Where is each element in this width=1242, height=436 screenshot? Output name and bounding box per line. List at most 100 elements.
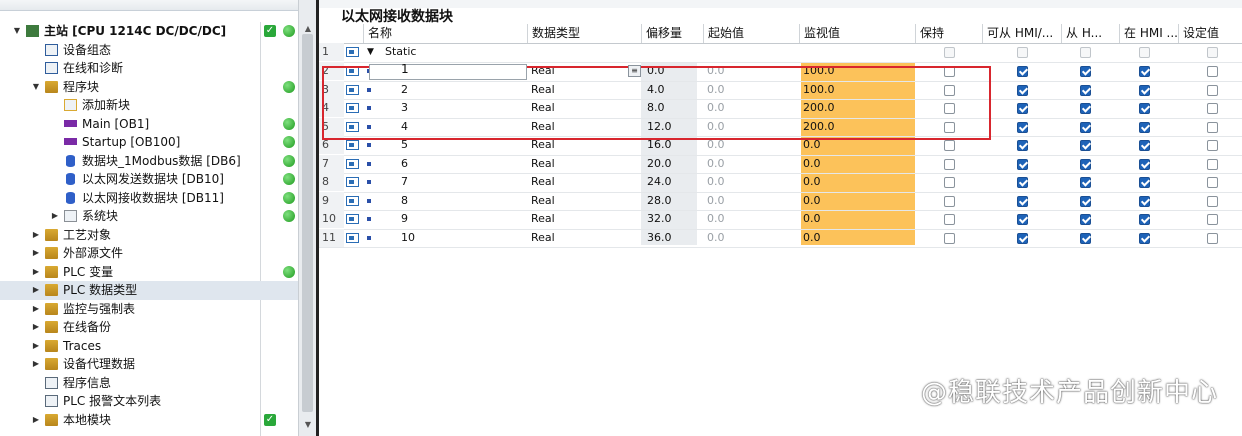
data-type-list-icon[interactable]: ≡ (628, 65, 641, 77)
hmi-visible-checkbox[interactable] (1139, 177, 1150, 188)
retain-checkbox[interactable] (944, 232, 955, 244)
element-name[interactable]: 10 (401, 229, 415, 247)
expand-right-icon[interactable]: ▶ (31, 411, 41, 429)
setpoint-checkbox[interactable] (1207, 195, 1218, 207)
hmi-accessible-checkbox[interactable] (1017, 140, 1028, 151)
retain-checkbox[interactable] (944, 214, 955, 225)
column-header[interactable]: 在 HMI ... (1119, 24, 1178, 43)
hmi-writable-checkbox[interactable] (1080, 103, 1091, 114)
tree-item[interactable]: ▶ 监控与强制表 (0, 300, 298, 319)
expand-right-icon[interactable]: ▶ (50, 207, 60, 225)
tree-item[interactable]: ▶ 本地模块 ✓ (0, 411, 298, 430)
hmi-accessible-checkbox[interactable] (1017, 84, 1028, 96)
tree-item[interactable]: ▶ PLC 变量 (0, 263, 298, 282)
tree-item[interactable]: ▶ Traces (0, 337, 298, 356)
setpoint-checkbox[interactable] (1207, 84, 1218, 96)
setpoint-checkbox[interactable] (1207, 103, 1218, 114)
tree-item[interactable]: ▼ 主站 [CPU 1214C DC/DC/DC] ✓ (0, 22, 298, 41)
column-header[interactable]: 从 H... (1061, 24, 1119, 43)
tree-item[interactable]: 程序信息 (0, 374, 298, 393)
collapse-static-icon[interactable]: ▼ (367, 43, 374, 61)
hmi-writable-checkbox[interactable] (1080, 214, 1091, 225)
hmi-visible-checkbox[interactable] (1139, 232, 1150, 244)
expand-right-icon[interactable]: ▶ (31, 355, 41, 373)
tree-item[interactable]: ▼ 程序块 (0, 78, 298, 97)
column-header[interactable]: 保持 (915, 24, 982, 43)
tree-item[interactable]: 在线和诊断 (0, 59, 298, 78)
retain-checkbox[interactable] (944, 195, 955, 207)
setpoint-checkbox[interactable] (1207, 214, 1218, 225)
hmi-accessible-checkbox[interactable] (1017, 232, 1028, 244)
expand-right-icon[interactable]: ▶ (31, 318, 41, 336)
setpoint-checkbox[interactable] (1207, 177, 1218, 188)
hmi-visible-checkbox[interactable] (1139, 84, 1150, 96)
hmi-writable-checkbox[interactable] (1080, 158, 1091, 170)
tree-item[interactable]: 以太网接收数据块 [DB11] (0, 189, 298, 208)
hmi-writable-checkbox[interactable] (1080, 121, 1091, 133)
table-row[interactable]: 8 7 Real 24.0 0.0 0.0 (319, 173, 1242, 193)
scroll-down-arrow-icon[interactable]: ▼ (303, 420, 313, 430)
hmi-writable-checkbox[interactable] (1080, 232, 1091, 244)
tree-item[interactable]: 添加新块 (0, 96, 298, 115)
column-header[interactable]: 名称 (363, 24, 527, 43)
table-row[interactable]: 11 10 Real 36.0 0.0 0.0 (319, 228, 1242, 248)
hmi-accessible-checkbox[interactable] (1017, 158, 1028, 170)
tree-item[interactable]: ▶ 在线备份 (0, 318, 298, 337)
element-name[interactable]: 8 (401, 192, 408, 210)
hmi-visible-checkbox[interactable] (1139, 195, 1150, 207)
retain-checkbox[interactable] (944, 177, 955, 188)
tree-item[interactable]: ▶ 工艺对象 (0, 226, 298, 245)
element-name[interactable]: 9 (401, 210, 408, 228)
start-value-cell[interactable]: 0.0 (707, 229, 725, 247)
table-row[interactable]: 9 8 Real 28.0 0.0 0.0 (319, 191, 1242, 211)
scroll-up-arrow-icon[interactable]: ▲ (303, 24, 313, 34)
data-type-cell[interactable]: Real (531, 229, 555, 247)
column-header[interactable]: 可从 HMI/... (982, 24, 1061, 43)
column-header[interactable]: 偏移量 (641, 24, 703, 43)
setpoint-checkbox[interactable] (1207, 66, 1218, 77)
tree-item[interactable]: ▶ 外部源文件 (0, 244, 298, 263)
hmi-writable-checkbox[interactable] (1080, 66, 1091, 77)
expand-right-icon[interactable]: ▶ (31, 281, 41, 299)
tree-item[interactable]: Main [OB1] (0, 115, 298, 134)
element-name[interactable]: 7 (401, 173, 408, 191)
hmi-visible-checkbox[interactable] (1139, 66, 1150, 77)
hmi-accessible-checkbox[interactable] (1017, 177, 1028, 188)
expand-right-icon[interactable]: ▶ (31, 300, 41, 318)
element-name[interactable]: 1 (401, 62, 409, 76)
hmi-visible-checkbox[interactable] (1139, 158, 1150, 170)
setpoint-checkbox[interactable] (1207, 121, 1218, 133)
hmi-accessible-checkbox[interactable] (1017, 195, 1028, 207)
tree-item[interactable]: 设备组态 (0, 41, 298, 60)
tree-scrollbar[interactable]: ▲ ▼ (298, 0, 317, 436)
table-row[interactable]: 10 9 Real 32.0 0.0 0.0 (319, 210, 1242, 230)
hmi-writable-checkbox[interactable] (1080, 84, 1091, 96)
element-name[interactable]: 6 (401, 155, 408, 173)
setpoint-checkbox[interactable] (1207, 232, 1218, 244)
column-header[interactable]: 监视值 (799, 24, 915, 43)
tree-item[interactable]: 以太网发送数据块 [DB10] (0, 170, 298, 189)
hmi-visible-checkbox[interactable] (1139, 214, 1150, 225)
column-header[interactable]: 起始值 (703, 24, 799, 43)
hmi-visible-checkbox[interactable] (1139, 121, 1150, 133)
retain-checkbox[interactable] (944, 140, 955, 151)
expand-right-icon[interactable]: ▶ (31, 244, 41, 262)
scrollbar-thumb[interactable] (302, 34, 313, 412)
table-row[interactable]: 7 6 Real 20.0 0.0 0.0 (319, 154, 1242, 174)
data-type-cell[interactable]: Real (531, 173, 555, 191)
start-value-cell[interactable]: 0.0 (707, 192, 725, 210)
tree-item[interactable]: Startup [OB100] (0, 133, 298, 152)
hmi-visible-checkbox[interactable] (1139, 103, 1150, 114)
tree-item[interactable]: ▶ 系统块 (0, 207, 298, 226)
tree-item[interactable]: ▶ 设备代理数据 (0, 355, 298, 374)
setpoint-checkbox[interactable] (1207, 140, 1218, 151)
hmi-accessible-checkbox[interactable] (1017, 214, 1028, 225)
hmi-writable-checkbox[interactable] (1080, 195, 1091, 207)
hmi-accessible-checkbox[interactable] (1017, 121, 1028, 133)
retain-checkbox[interactable] (944, 158, 955, 170)
column-header[interactable]: 数据类型 (527, 24, 641, 43)
data-type-cell[interactable]: Real (531, 210, 555, 228)
expand-down-icon[interactable]: ▼ (31, 78, 41, 96)
start-value-cell[interactable]: 0.0 (707, 155, 725, 173)
hmi-visible-checkbox[interactable] (1139, 140, 1150, 151)
